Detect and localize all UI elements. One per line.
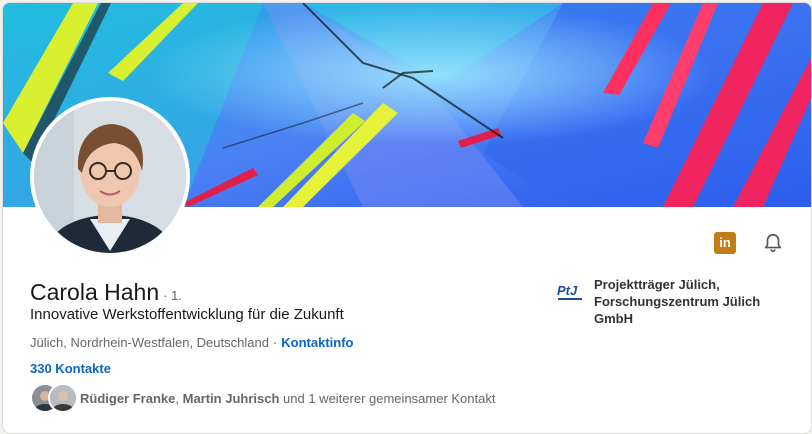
mutual-rest: und 1 weiterer gemeinsamer Kontakt xyxy=(283,390,496,406)
mutual-connections[interactable]: Rüdiger Franke, Martin Juhrisch und 1 we… xyxy=(30,383,495,413)
name-row: Carola Hahn · 1. xyxy=(30,279,182,306)
profile-headline: Innovative Werkstoffentwicklung für die … xyxy=(30,306,344,323)
contact-info-link[interactable]: Kontaktinfo xyxy=(281,335,353,350)
mutual-avatars xyxy=(30,383,78,413)
linkedin-icon[interactable]: in xyxy=(713,231,737,255)
mutual-comma: , xyxy=(175,390,179,406)
bell-icon[interactable] xyxy=(761,231,785,255)
separator: · xyxy=(272,335,278,350)
mutual-connections-text: Rüdiger Franke, Martin Juhrisch und 1 we… xyxy=(80,391,495,406)
mutual-name-2: Martin Juhrisch xyxy=(182,390,280,406)
linkedin-badge: in xyxy=(714,232,736,254)
profile-card: in Carola Hahn · 1. Innovative Werkstoff… xyxy=(2,2,812,434)
avatar xyxy=(48,383,78,413)
profile-photo[interactable] xyxy=(30,97,190,257)
mutual-name-1: Rüdiger Franke xyxy=(80,390,176,406)
profile-name: Carola Hahn xyxy=(30,279,160,305)
organization-logo: PtJ xyxy=(556,278,584,306)
contacts-count-link[interactable]: 330 Kontakte xyxy=(30,361,111,376)
organization-name: Projektträger Jülich, Forschungszentrum … xyxy=(594,277,761,326)
location-row: Jülich, Nordrhein-Westfalen, Deutschland… xyxy=(30,335,354,350)
profile-location: Jülich, Nordrhein-Westfalen, Deutschland xyxy=(30,335,269,350)
connection-degree: · 1. xyxy=(163,288,182,303)
current-organization[interactable]: PtJ Projektträger Jülich, Forschungszent… xyxy=(556,276,774,327)
organization-logo-text: PtJ xyxy=(557,283,578,298)
